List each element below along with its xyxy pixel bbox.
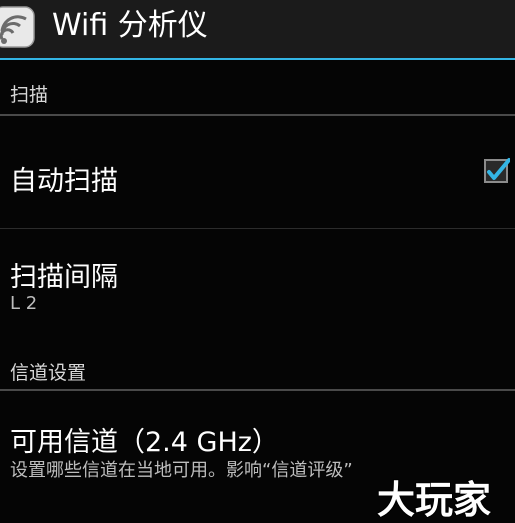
available-channels-description: 设置哪些信道在当地可用。影响“信道评级” <box>10 460 353 481</box>
svg-text:大玩家: 大玩家 <box>377 478 491 521</box>
available-channels-label: 可用信道（2.4 GHz） <box>10 427 279 458</box>
wifi-analyzer-icon[interactable] <box>0 5 40 49</box>
category-label: 扫描 <box>10 84 49 106</box>
app-title: Wifi 分析仪 <box>52 8 208 43</box>
scan-interval-value: L 2 <box>10 293 38 314</box>
category-label: 信道设置 <box>10 362 87 384</box>
category-header-scan: 扫描 <box>0 60 515 116</box>
auto-scan-checkbox[interactable] <box>482 157 510 185</box>
watermark-logo: 大玩家 <box>376 477 492 521</box>
scan-interval-label: 扫描间隔 <box>10 262 118 293</box>
action-bar: Wifi 分析仪 <box>0 0 515 58</box>
scan-interval-row[interactable]: 扫描间隔 L 2 <box>0 229 515 349</box>
auto-scan-row[interactable]: 自动扫描 <box>0 116 515 228</box>
category-header-channel-settings: 信道设置 <box>0 348 515 392</box>
settings-list: 扫描 自动扫描 扫描间隔 L 2 信道设置 可用信道（2.4 GHz） 设置哪些… <box>0 60 515 523</box>
auto-scan-label: 自动扫描 <box>10 166 118 197</box>
category-underline <box>0 389 515 391</box>
